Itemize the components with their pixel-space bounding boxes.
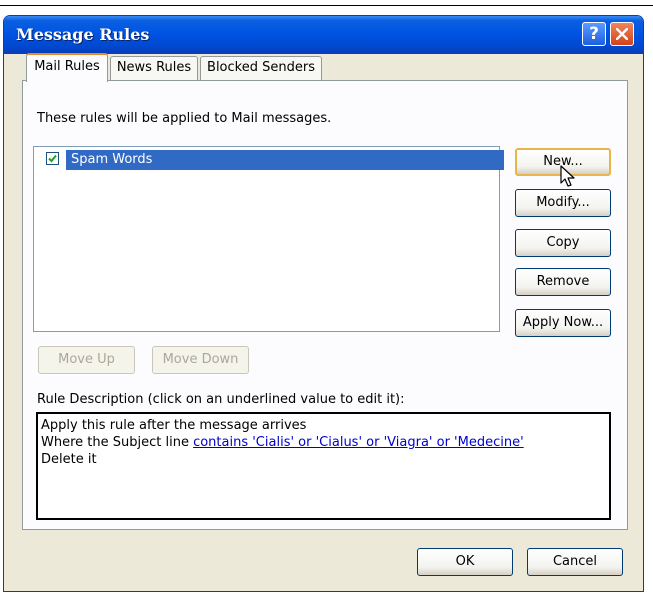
- description-line-2-prefix: Where the Subject line: [41, 435, 194, 450]
- remove-button[interactable]: Remove: [515, 268, 611, 296]
- intro-text: These rules will be applied to Mail mess…: [37, 111, 332, 126]
- cancel-button-label: Cancel: [552, 554, 598, 569]
- ok-button[interactable]: OK: [417, 548, 513, 576]
- ok-button-label: OK: [455, 554, 475, 569]
- list-item[interactable]: Spam Words: [66, 150, 504, 170]
- rule-checkbox[interactable]: [46, 152, 59, 165]
- window-title: Message Rules: [16, 25, 150, 44]
- cancel-button[interactable]: Cancel: [527, 548, 623, 576]
- top-rule-line: [0, 5, 653, 6]
- tab-mail-rules[interactable]: Mail Rules: [26, 53, 108, 82]
- subject-condition-link[interactable]: contains 'Cialis' or 'Cialus' or 'Viagra…: [193, 435, 524, 450]
- copy-button-label: Copy: [546, 235, 580, 250]
- move-down-button-label: Move Down: [162, 352, 239, 367]
- rule-description-box: Apply this rule after the message arrive…: [36, 412, 611, 520]
- rules-list[interactable]: Spam Words: [33, 146, 504, 332]
- tab-blocked-senders[interactable]: Blocked Senders: [200, 56, 322, 80]
- description-line-1: Apply this rule after the message arrive…: [41, 418, 307, 433]
- move-up-button[interactable]: Move Up: [38, 346, 135, 374]
- move-down-button[interactable]: Move Down: [152, 346, 249, 374]
- tab-blocked-senders-label: Blocked Senders: [207, 60, 315, 75]
- tab-news-rules-label: News Rules: [116, 60, 192, 75]
- move-up-button-label: Move Up: [58, 352, 115, 367]
- checkmark-icon: [48, 154, 57, 163]
- modify-button[interactable]: Modify...: [515, 189, 611, 217]
- copy-button[interactable]: Copy: [515, 229, 611, 257]
- help-button[interactable]: ?: [582, 22, 606, 46]
- close-button[interactable]: [610, 22, 634, 46]
- mouse-pointer-icon: [560, 165, 575, 187]
- tab-news-rules[interactable]: News Rules: [110, 56, 198, 80]
- help-icon: ?: [589, 24, 599, 44]
- description-line-2: Where the Subject line contains 'Cialis'…: [41, 435, 524, 450]
- remove-button-label: Remove: [536, 274, 590, 289]
- rule-name: Spam Words: [71, 152, 153, 167]
- close-icon: [616, 28, 628, 40]
- rule-description-label: Rule Description (click on an underlined…: [37, 392, 405, 407]
- apply-now-button-label: Apply Now...: [522, 315, 604, 330]
- title-bar[interactable]: Message Rules ?: [4, 16, 643, 54]
- apply-now-button[interactable]: Apply Now...: [515, 309, 611, 337]
- description-line-3: Delete it: [41, 452, 97, 467]
- modify-button-label: Modify...: [536, 195, 590, 210]
- tab-mail-rules-label: Mail Rules: [34, 59, 100, 74]
